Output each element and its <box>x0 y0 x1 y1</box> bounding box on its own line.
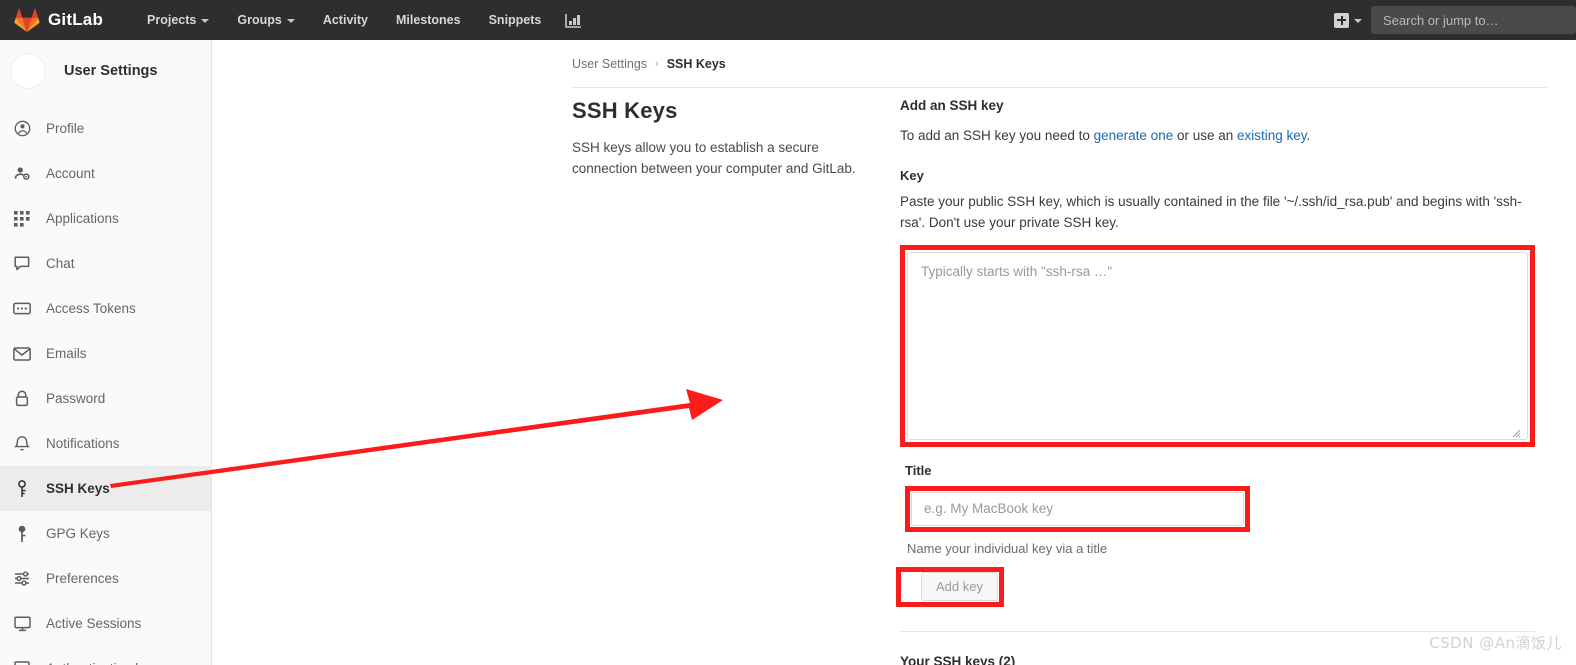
nav-item-activity-label: Activity <box>322 13 368 27</box>
sidebar-item-password-label: Password <box>46 391 106 406</box>
breadcrumb: User Settings › SSH Keys <box>213 40 1576 71</box>
sidebar-item-applications[interactable]: Applications <box>0 196 211 241</box>
nav-item-milestones-label: Milestones <box>395 13 461 27</box>
sidebar-item-chat-label: Chat <box>46 256 75 271</box>
sidebar-title: User Settings <box>64 63 158 79</box>
sidebar-item-chat[interactable]: Chat <box>0 241 211 286</box>
form-intro-suffix: . <box>1306 128 1311 143</box>
sliders-icon <box>12 569 32 589</box>
navbar-right-actions: Search or jump to… <box>1325 0 1576 40</box>
sidebar-item-password[interactable]: Password <box>0 376 211 421</box>
generate-one-link[interactable]: generate one <box>1094 128 1174 143</box>
sidebar-item-gpg-keys-label: GPG Keys <box>46 526 110 541</box>
sidebar-item-authentication-log[interactable]: Authentication log <box>0 646 211 665</box>
key-textarea[interactable] <box>907 251 1528 440</box>
new-item-menu-button[interactable] <box>1325 12 1371 28</box>
sidebar-nav-list: Profile Account Applications Chat Access… <box>0 102 211 665</box>
add-ssh-key-form: Add an SSH key To add an SSH key you nee… <box>896 98 1535 665</box>
sidebar-item-active-sessions-label: Active Sessions <box>46 616 142 631</box>
header-divider <box>572 87 1547 88</box>
add-key-button[interactable]: Add key <box>921 572 998 602</box>
search-placeholder-text: Search or jump to… <box>1383 12 1499 28</box>
sidebar-item-access-tokens-label: Access Tokens <box>46 301 136 316</box>
sidebar-item-account-label: Account <box>46 166 95 181</box>
form-section-title: Add an SSH key <box>900 98 1004 113</box>
log-list-icon <box>12 659 32 665</box>
breadcrumb-current[interactable]: SSH Keys <box>667 57 726 71</box>
chevron-down-icon <box>286 19 295 23</box>
sidebar-item-notifications[interactable]: Notifications <box>0 421 211 466</box>
sidebar-item-profile-label: Profile <box>46 121 85 136</box>
key-icon <box>12 479 32 499</box>
sidebar-item-gpg-keys[interactable]: GPG Keys <box>0 511 211 556</box>
chevron-down-icon <box>1354 19 1362 23</box>
nav-item-snippets[interactable]: Snippets <box>475 0 556 40</box>
your-ssh-keys-heading: Your SSH keys (2) <box>900 653 1016 665</box>
main-content: User Settings › SSH Keys SSH Keys SSH ke… <box>213 40 1576 665</box>
token-card-icon <box>12 299 32 319</box>
settings-columns: SSH Keys SSH keys allow you to establish… <box>572 98 1562 665</box>
title-field-hint: Name your individual key via a title <box>907 540 1108 556</box>
breadcrumb-parent[interactable]: User Settings <box>572 57 647 71</box>
user-cog-icon <box>12 164 32 184</box>
title-input-highlight-box <box>905 485 1250 532</box>
monitor-icon <box>12 614 32 634</box>
form-intro-middle: or use an <box>1173 128 1238 143</box>
sidebar-item-applications-label: Applications <box>46 211 119 226</box>
key-solid-icon <box>12 524 32 544</box>
key-field-help: Paste your public SSH key, which is usua… <box>900 194 1522 230</box>
sidebar-item-access-tokens[interactable]: Access Tokens <box>0 286 211 331</box>
avatar[interactable] <box>10 53 46 89</box>
existing-key-link[interactable]: existing key <box>1237 128 1307 143</box>
chevron-down-icon <box>201 19 210 23</box>
nav-item-milestones[interactable]: Milestones <box>382 0 475 40</box>
title-input[interactable] <box>911 491 1244 526</box>
nav-item-activity[interactable]: Activity <box>309 0 382 40</box>
nav-item-projects[interactable]: Projects <box>133 0 223 40</box>
breadcrumb-separator-icon: › <box>655 58 659 70</box>
top-navbar: GitLab Projects Groups Activity Mileston… <box>0 0 1576 40</box>
bell-icon <box>12 434 32 454</box>
brand-home-link[interactable]: GitLab <box>14 8 103 32</box>
sidebar-item-ssh-keys-label: SSH Keys <box>46 481 110 496</box>
key-field-label: Key <box>900 168 924 184</box>
plus-square-icon <box>1334 12 1349 28</box>
sidebar-item-ssh-keys[interactable]: SSH Keys <box>0 466 211 511</box>
sidebar: User Settings Profile Account Applicatio… <box>0 40 212 665</box>
lock-icon <box>12 389 32 409</box>
sidebar-item-account[interactable]: Account <box>0 151 211 196</box>
nav-links: Projects Groups Activity Milestones Snip… <box>133 0 592 40</box>
sidebar-item-emails-label: Emails <box>46 346 87 361</box>
nav-item-projects-label: Projects <box>147 13 197 27</box>
page-description: SSH keys allow you to establish a secure… <box>572 140 856 176</box>
add-key-highlight-box: Add key <box>896 566 1004 607</box>
brand-name: GitLab <box>48 10 104 29</box>
form-intro-text: To add an SSH key you need to generate o… <box>900 126 1535 146</box>
page-title: SSH Keys <box>572 98 678 123</box>
sidebar-item-notifications-label: Notifications <box>46 436 120 451</box>
sidebar-header: User Settings <box>0 40 211 102</box>
nav-item-snippets-label: Snippets <box>488 13 542 27</box>
nav-item-groups[interactable]: Groups <box>223 0 308 40</box>
user-circle-icon <box>12 119 32 139</box>
comment-icon <box>12 254 32 274</box>
grid-apps-icon <box>12 209 32 229</box>
sidebar-item-profile[interactable]: Profile <box>0 106 211 151</box>
analytics-bar-chart-icon[interactable] <box>555 13 592 28</box>
sidebar-item-authentication-log-label: Authentication log <box>46 661 153 665</box>
sidebar-item-preferences[interactable]: Preferences <box>0 556 211 601</box>
search-input[interactable]: Search or jump to… <box>1371 6 1576 34</box>
sidebar-item-preferences-label: Preferences <box>46 571 119 586</box>
title-field-label: Title <box>905 462 932 478</box>
sidebar-item-active-sessions[interactable]: Active Sessions <box>0 601 211 646</box>
form-intro-prefix: To add an SSH key you need to <box>900 128 1094 143</box>
gitlab-ssh-keys-page: GitLab Projects Groups Activity Mileston… <box>0 0 1576 665</box>
nav-item-groups-label: Groups <box>237 13 282 27</box>
settings-description-column: SSH Keys SSH keys allow you to establish… <box>572 98 900 665</box>
sidebar-item-emails[interactable]: Emails <box>0 331 211 376</box>
watermark: CSDN @An滴饭儿 <box>1429 634 1562 652</box>
key-textarea-highlight-box <box>900 244 1535 447</box>
gitlab-tanuki-logo-icon <box>14 8 40 32</box>
envelope-icon <box>12 344 32 364</box>
